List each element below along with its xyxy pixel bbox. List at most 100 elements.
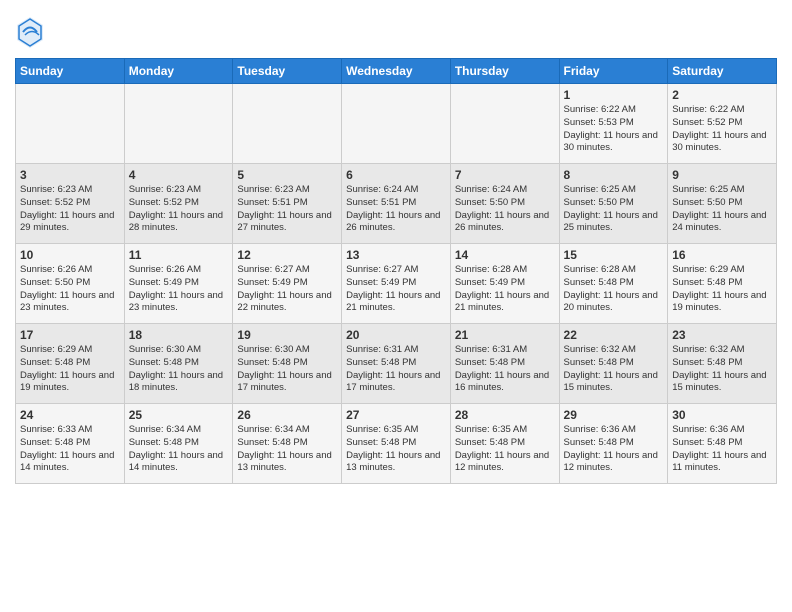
calendar-cell: 14Sunrise: 6:28 AM Sunset: 5:49 PM Dayli… (450, 244, 559, 324)
calendar-cell: 16 Sunrise: 6:29 AM Sunset: 5:48 PM Dayli… (668, 244, 777, 324)
day-header-sunday: Sunday (16, 59, 125, 84)
calendar-cell: 19 Sunrise: 6:30 AM Sunset: 5:48 PM Dayli… (233, 324, 342, 404)
calendar-cell: 8 Sunrise: 6:25 AM Sunset: 5:50 PM Daylig… (559, 164, 668, 244)
day-info: Sunrise: 6:28 AM Sunset: 5:48 PM Dayligh… (564, 264, 664, 315)
day-header-wednesday: Wednesday (342, 59, 451, 84)
day-number: 12 (237, 248, 337, 262)
week-row-0: 1 Sunrise: 6:22 AM Sunset: 5:53 PM Daylig… (16, 84, 777, 164)
day-info: Sunrise: 6:29 AM Sunset: 5:48 PM Dayligh… (672, 264, 772, 315)
days-header-row: SundayMondayTuesdayWednesdayThursdayFrid… (16, 59, 777, 84)
calendar-cell: 21 Sunrise: 6:31 AM Sunset: 5:48 PM Dayli… (450, 324, 559, 404)
day-number: 26 (237, 408, 337, 422)
calendar-cell (16, 84, 125, 164)
calendar-cell: 10Sunrise: 6:26 AM Sunset: 5:50 PM Dayli… (16, 244, 125, 324)
day-number: 4 (129, 168, 229, 182)
day-number: 3 (20, 168, 120, 182)
calendar-cell: 26 Sunrise: 6:34 AM Sunset: 5:48 PM Dayli… (233, 404, 342, 484)
day-number: 13 (346, 248, 446, 262)
day-info: Sunrise: 6:28 AM Sunset: 5:49 PM Dayligh… (455, 264, 555, 315)
day-info: Sunrise: 6:26 AM Sunset: 5:49 PM Dayligh… (129, 264, 229, 315)
day-number: 27 (346, 408, 446, 422)
calendar-cell: 11 Sunrise: 6:26 AM Sunset: 5:49 PM Dayli… (124, 244, 233, 324)
day-header-tuesday: Tuesday (233, 59, 342, 84)
calendar-cell: 23 Sunrise: 6:32 AM Sunset: 5:48 PM Dayli… (668, 324, 777, 404)
calendar-cell: 3 Sunrise: 6:23 AM Sunset: 5:52 PM Daylig… (16, 164, 125, 244)
day-info: Sunrise: 6:30 AM Sunset: 5:48 PM Dayligh… (237, 344, 337, 395)
day-number: 8 (564, 168, 664, 182)
day-number: 9 (672, 168, 772, 182)
week-row-1: 3 Sunrise: 6:23 AM Sunset: 5:52 PM Daylig… (16, 164, 777, 244)
day-number: 19 (237, 328, 337, 342)
day-info: Sunrise: 6:23 AM Sunset: 5:51 PM Dayligh… (237, 184, 337, 235)
calendar-cell (124, 84, 233, 164)
calendar-cell: 13 Sunrise: 6:27 AM Sunset: 5:49 PM Dayli… (342, 244, 451, 324)
day-header-monday: Monday (124, 59, 233, 84)
calendar-cell: 28 Sunrise: 6:35 AM Sunset: 5:48 PM Dayli… (450, 404, 559, 484)
calendar-cell: 30Sunrise: 6:36 AM Sunset: 5:48 PM Dayli… (668, 404, 777, 484)
day-number: 25 (129, 408, 229, 422)
calendar-cell: 22 Sunrise: 6:32 AM Sunset: 5:48 PM Dayli… (559, 324, 668, 404)
week-row-3: 17 Sunrise: 6:29 AM Sunset: 5:48 PM Dayli… (16, 324, 777, 404)
calendar-cell: 12 Sunrise: 6:27 AM Sunset: 5:49 PM Dayli… (233, 244, 342, 324)
calendar-cell (450, 84, 559, 164)
day-info: Sunrise: 6:23 AM Sunset: 5:52 PM Dayligh… (129, 184, 229, 235)
day-info: Sunrise: 6:25 AM Sunset: 5:50 PM Dayligh… (672, 184, 772, 235)
day-info: Sunrise: 6:25 AM Sunset: 5:50 PM Dayligh… (564, 184, 664, 235)
day-info: Sunrise: 6:32 AM Sunset: 5:48 PM Dayligh… (564, 344, 664, 395)
calendar-cell: 5 Sunrise: 6:23 AM Sunset: 5:51 PM Daylig… (233, 164, 342, 244)
day-number: 17 (20, 328, 120, 342)
day-info: Sunrise: 6:26 AM Sunset: 5:50 PM Dayligh… (20, 264, 120, 315)
week-row-4: 24Sunrise: 6:33 AM Sunset: 5:48 PM Dayli… (16, 404, 777, 484)
day-info: Sunrise: 6:22 AM Sunset: 5:52 PM Dayligh… (672, 104, 772, 155)
day-info: Sunrise: 6:29 AM Sunset: 5:48 PM Dayligh… (20, 344, 120, 395)
calendar-cell: 27 Sunrise: 6:35 AM Sunset: 5:48 PM Dayli… (342, 404, 451, 484)
calendar-cell: 24Sunrise: 6:33 AM Sunset: 5:48 PM Dayli… (16, 404, 125, 484)
day-number: 20 (346, 328, 446, 342)
day-info: Sunrise: 6:31 AM Sunset: 5:48 PM Dayligh… (346, 344, 446, 395)
day-number: 5 (237, 168, 337, 182)
day-info: Sunrise: 6:34 AM Sunset: 5:48 PM Dayligh… (237, 424, 337, 475)
logo-icon (15, 15, 45, 50)
day-number: 16 (672, 248, 772, 262)
header (15, 10, 777, 50)
day-number: 18 (129, 328, 229, 342)
day-info: Sunrise: 6:27 AM Sunset: 5:49 PM Dayligh… (237, 264, 337, 315)
day-info: Sunrise: 6:33 AM Sunset: 5:48 PM Dayligh… (20, 424, 120, 475)
calendar-cell: 2 Sunrise: 6:22 AM Sunset: 5:52 PM Daylig… (668, 84, 777, 164)
day-info: Sunrise: 6:23 AM Sunset: 5:52 PM Dayligh… (20, 184, 120, 235)
day-number: 30 (672, 408, 772, 422)
day-number: 1 (564, 88, 664, 102)
day-number: 15 (564, 248, 664, 262)
day-info: Sunrise: 6:27 AM Sunset: 5:49 PM Dayligh… (346, 264, 446, 315)
day-info: Sunrise: 6:35 AM Sunset: 5:48 PM Dayligh… (346, 424, 446, 475)
day-info: Sunrise: 6:30 AM Sunset: 5:48 PM Dayligh… (129, 344, 229, 395)
calendar-table: SundayMondayTuesdayWednesdayThursdayFrid… (15, 58, 777, 484)
day-info: Sunrise: 6:32 AM Sunset: 5:48 PM Dayligh… (672, 344, 772, 395)
calendar-cell (233, 84, 342, 164)
day-number: 7 (455, 168, 555, 182)
day-info: Sunrise: 6:36 AM Sunset: 5:48 PM Dayligh… (564, 424, 664, 475)
calendar-cell: 4 Sunrise: 6:23 AM Sunset: 5:52 PM Daylig… (124, 164, 233, 244)
day-number: 2 (672, 88, 772, 102)
calendar-cell: 1 Sunrise: 6:22 AM Sunset: 5:53 PM Daylig… (559, 84, 668, 164)
calendar-cell: 18 Sunrise: 6:30 AM Sunset: 5:48 PM Dayli… (124, 324, 233, 404)
calendar-cell: 7Sunrise: 6:24 AM Sunset: 5:50 PM Daylig… (450, 164, 559, 244)
day-number: 23 (672, 328, 772, 342)
day-info: Sunrise: 6:35 AM Sunset: 5:48 PM Dayligh… (455, 424, 555, 475)
day-info: Sunrise: 6:22 AM Sunset: 5:53 PM Dayligh… (564, 104, 664, 155)
day-info: Sunrise: 6:31 AM Sunset: 5:48 PM Dayligh… (455, 344, 555, 395)
day-info: Sunrise: 6:34 AM Sunset: 5:48 PM Dayligh… (129, 424, 229, 475)
calendar-cell: 17 Sunrise: 6:29 AM Sunset: 5:48 PM Dayli… (16, 324, 125, 404)
calendar-cell: 25 Sunrise: 6:34 AM Sunset: 5:48 PM Dayli… (124, 404, 233, 484)
calendar-cell: 9 Sunrise: 6:25 AM Sunset: 5:50 PM Daylig… (668, 164, 777, 244)
day-number: 28 (455, 408, 555, 422)
calendar-cell: 15 Sunrise: 6:28 AM Sunset: 5:48 PM Dayli… (559, 244, 668, 324)
day-header-saturday: Saturday (668, 59, 777, 84)
calendar-cell: 6Sunrise: 6:24 AM Sunset: 5:51 PM Daylig… (342, 164, 451, 244)
day-number: 22 (564, 328, 664, 342)
week-row-2: 10Sunrise: 6:26 AM Sunset: 5:50 PM Dayli… (16, 244, 777, 324)
day-number: 11 (129, 248, 229, 262)
logo (15, 15, 47, 50)
day-number: 21 (455, 328, 555, 342)
calendar-cell: 20 Sunrise: 6:31 AM Sunset: 5:48 PM Dayli… (342, 324, 451, 404)
